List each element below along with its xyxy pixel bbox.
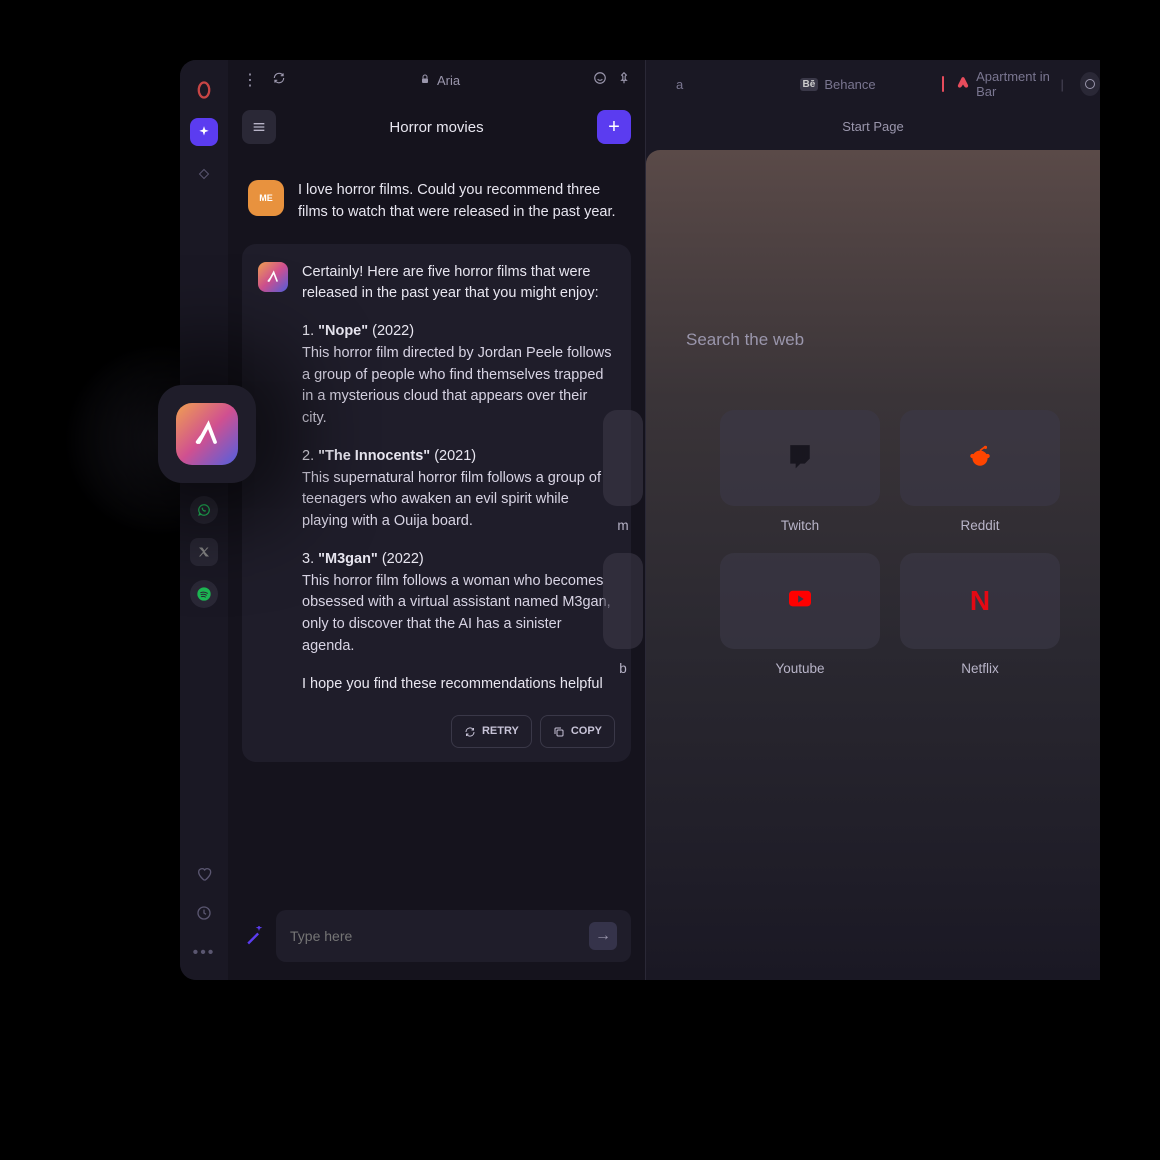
aria-address-bar: ⋮ Aria [228,60,645,100]
reload-icon[interactable] [272,71,286,90]
chat-input[interactable] [290,928,589,944]
speed-dial-youtube[interactable]: Youtube [720,553,880,676]
browser-window: ••• ⋮ Aria Horror movies + [180,60,1100,980]
magic-wand-icon[interactable] [242,924,266,948]
tab-unknown[interactable]: a [676,73,683,96]
youtube-icon [785,588,815,615]
opera-logo-icon[interactable] [190,76,218,104]
aria-chat-header: Horror movies + [228,100,645,158]
whatsapp-icon[interactable] [190,496,218,524]
ai-message-actions: RETRY COPY [302,715,615,748]
user-avatar: ME [248,180,284,216]
x-twitter-icon[interactable] [190,538,218,566]
tab-bar: a Bē Behance Apartment in Bar | [646,68,1100,100]
speed-dial-item[interactable]: b [546,553,700,676]
search-input-hint[interactable]: Search the web [686,330,1060,350]
tab-behance[interactable]: Bē Behance [800,73,876,96]
ai-sparkle-icon[interactable] [190,118,218,146]
diamond-icon[interactable] [190,160,218,188]
retry-button[interactable]: RETRY [451,715,532,748]
ai-outro-text: I hope you find these recommendations he… [302,674,615,696]
behance-icon: Bē [800,78,819,91]
clock-icon[interactable] [196,905,212,926]
new-tab-button[interactable] [1080,72,1100,96]
speed-dial-twitch[interactable]: Twitch [720,410,880,533]
speed-dial-grid: m Twitch Reddit b Youtube [686,410,1060,676]
ai-intro-text: Certainly! Here are five horror films th… [302,262,615,306]
netflix-icon: N [970,585,990,617]
chat-input-row: → [228,898,645,980]
left-sidebar: ••• [180,60,228,980]
start-page-label: Start Page [646,119,1100,134]
airbnb-icon [956,76,970,93]
browser-main-area: a Bē Behance Apartment in Bar | Start Pa… [646,60,1100,980]
kebab-icon[interactable]: ⋮ [242,70,258,90]
send-button[interactable]: → [589,922,617,950]
copy-button[interactable]: COPY [540,715,615,748]
pin-icon[interactable] [617,71,631,90]
user-message-text: I love horror films. Could you recommend… [298,180,625,224]
speed-dial-netflix[interactable]: N Netflix [900,553,1060,676]
reddit-icon [967,443,993,474]
tab-airbnb[interactable]: Apartment in Bar [942,65,1053,103]
new-chat-button[interactable]: + [597,110,631,144]
chat-input-container: → [276,910,631,962]
twitch-icon [787,443,813,474]
speed-dial-reddit[interactable]: Reddit [900,410,1060,533]
start-page-content: Search the web m Twitch Reddit b [646,150,1100,980]
more-icon[interactable]: ••• [193,944,216,962]
aria-logo-icon [176,403,238,465]
tab-active-indicator [942,76,944,92]
aria-floating-badge[interactable] [158,385,256,483]
user-message: ME I love horror films. Could you recomm… [242,168,631,244]
heart-icon[interactable] [196,866,212,887]
spotify-icon[interactable] [190,580,218,608]
aria-avatar-icon [258,262,288,292]
speed-dial-item[interactable]: m [546,410,700,533]
smiley-icon[interactable] [593,71,607,90]
chat-title: Horror movies [389,119,483,136]
lock-icon [419,73,431,88]
address-label: Aria [437,73,460,88]
menu-button[interactable] [242,110,276,144]
